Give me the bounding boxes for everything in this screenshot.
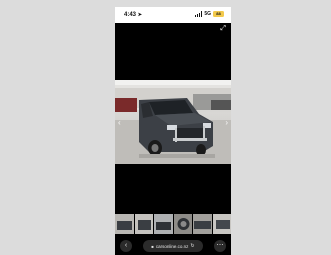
phone-screen: 4:43 ➤ 5G 88 ⤢ ‹ › ‹ ■ carsonline.co.nz … <box>115 7 231 255</box>
battery-level: 88 <box>216 11 221 16</box>
main-car-photo <box>115 80 231 164</box>
lock-icon: ■ <box>151 243 154 249</box>
thumbnail[interactable] <box>212 214 231 234</box>
more-icon[interactable]: ⋯ <box>214 240 226 252</box>
reload-icon[interactable]: ↻ <box>190 243 194 249</box>
status-time: 4:43 ➤ <box>124 12 142 18</box>
browser-toolbar: ‹ ■ carsonline.co.nz ↻ ⋯ <box>115 237 231 255</box>
thumbnail-selected[interactable] <box>134 214 153 234</box>
thumbnail[interactable] <box>173 214 192 234</box>
status-bar: 4:43 ➤ 5G 88 <box>115 7 231 23</box>
address-bar[interactable]: ■ carsonline.co.nz ↻ <box>143 240 203 252</box>
thumbnail-strip <box>115 214 231 236</box>
location-arrow-icon: ➤ <box>137 12 142 18</box>
signal-icon <box>195 11 203 17</box>
thumbnail[interactable] <box>154 214 173 234</box>
car-photo-image <box>115 80 231 164</box>
thumbnail[interactable] <box>193 214 212 234</box>
status-right-group: 5G 88 <box>195 11 224 17</box>
battery-icon: 88 <box>213 11 224 17</box>
next-photo-icon[interactable]: › <box>225 118 228 127</box>
network-label: 5G <box>204 11 211 17</box>
address-url: carsonline.co.nz <box>155 243 189 249</box>
expand-icon[interactable]: ⤢ <box>220 25 226 33</box>
previous-photo-icon[interactable]: ‹ <box>118 118 121 127</box>
status-time-text: 4:43 <box>124 12 137 18</box>
thumbnail[interactable] <box>115 214 134 234</box>
back-icon[interactable]: ‹ <box>120 240 132 252</box>
